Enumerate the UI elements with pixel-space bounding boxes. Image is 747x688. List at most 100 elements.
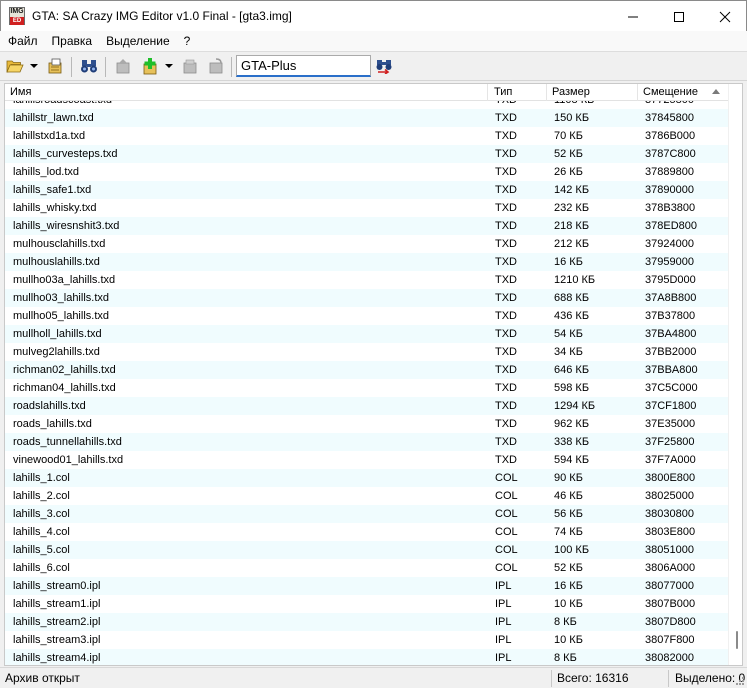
menu-edit[interactable]: Правка (45, 31, 100, 51)
table-row[interactable]: richman02_lahills.txd TXD 646 КБ 37BBA800 (5, 361, 728, 379)
table-row[interactable]: lahills_stream4.ipl IPL 8 КБ 38082000 (5, 649, 728, 665)
find-next-icon (376, 60, 392, 74)
table-row[interactable]: mullho03a_lahills.txd TXD 1210 КБ 3795D000 (5, 271, 728, 289)
file-type-cell: IPL (495, 634, 512, 646)
table-row[interactable]: lahills_lod.txd TXD 26 КБ 37889800 (5, 163, 728, 181)
replace-button[interactable] (180, 56, 200, 76)
file-size-cell: 594 КБ (554, 454, 590, 466)
file-list[interactable]: Имя Тип Размер Смещение lahillsroadscoas… (4, 83, 743, 666)
extract-button[interactable] (113, 56, 133, 76)
table-row[interactable]: mullholl_lahills.txd TXD 54 КБ 37BA4800 (5, 325, 728, 343)
table-row[interactable]: mullho03_lahills.txd TXD 688 КБ 37A8B800 (5, 289, 728, 307)
file-offset-cell: 37924000 (645, 238, 694, 250)
minimize-button[interactable] (610, 1, 656, 32)
table-row[interactable]: mulveg2lahills.txd TXD 34 КБ 37BB2000 (5, 343, 728, 361)
search-input[interactable] (236, 55, 371, 77)
file-name-cell: lahills_5.col (13, 544, 70, 556)
file-name-cell: mullho03_lahills.txd (13, 292, 109, 304)
file-offset-cell: 37889800 (645, 166, 694, 178)
table-row[interactable]: lahills_stream2.ipl IPL 8 КБ 3807D800 (5, 613, 728, 631)
folder-open-icon (6, 60, 24, 73)
column-header-offset[interactable]: Смещение (638, 84, 728, 101)
table-row[interactable]: lahills_3.col COL 56 КБ 38030800 (5, 505, 728, 523)
file-size-cell: 90 КБ (554, 472, 583, 484)
file-type-cell: COL (495, 508, 518, 520)
maximize-icon (674, 11, 684, 22)
resize-grip-icon[interactable] (735, 676, 745, 686)
file-type-cell: TXD (495, 346, 517, 358)
open-button[interactable] (5, 56, 25, 76)
table-row[interactable]: mullho05_lahills.txd TXD 436 КБ 37B37800 (5, 307, 728, 325)
chevron-down-icon (30, 64, 38, 68)
table-row[interactable]: lahills_5.col COL 100 КБ 38051000 (5, 541, 728, 559)
column-header-type[interactable]: Тип (488, 84, 547, 101)
status-bar: Архив открыт Всего: 16316 Выделено: 0 (0, 667, 747, 688)
file-type-cell: TXD (495, 274, 517, 286)
column-header-size[interactable]: Размер (547, 84, 638, 101)
table-row[interactable]: lahills_4.col COL 74 КБ 3803E800 (5, 523, 728, 541)
scrollbar-thumb[interactable] (736, 631, 738, 649)
file-offset-cell: 38030800 (645, 508, 694, 520)
file-size-cell: 1108 КБ (554, 101, 594, 109)
table-row[interactable]: roads_tunnellahills.txd TXD 338 КБ 37F25800 (5, 433, 728, 451)
open-dropdown-button[interactable] (28, 56, 40, 76)
file-type-cell: TXD (495, 310, 517, 322)
table-row[interactable]: lahills_6.col COL 52 КБ 3806A000 (5, 559, 728, 577)
table-row[interactable]: lahills_curvesteps.txd TXD 52 КБ 3787C800 (5, 145, 728, 163)
file-size-cell: 34 КБ (554, 346, 583, 358)
table-row[interactable]: lahills_stream1.ipl IPL 10 КБ 3807B000 (5, 595, 728, 613)
add-file-icon (143, 58, 157, 75)
table-row[interactable]: mulhouslahills.txd TXD 16 КБ 37959000 (5, 253, 728, 271)
table-row[interactable]: roads_lahills.txd TXD 962 КБ 37E35000 (5, 415, 728, 433)
table-row[interactable]: lahills_stream0.ipl IPL 16 КБ 38077000 (5, 577, 728, 595)
delete-button[interactable] (206, 56, 226, 76)
table-row[interactable]: lahillstxd1a.txd TXD 70 КБ 3786B000 (5, 127, 728, 145)
file-size-cell: 1294 КБ (554, 400, 596, 412)
add-file-button[interactable] (139, 56, 161, 76)
close-button[interactable] (702, 1, 747, 32)
add-dropdown-button[interactable] (163, 56, 175, 76)
file-offset-cell: 37845800 (645, 112, 694, 124)
toolbar-separator (105, 57, 106, 77)
table-row[interactable]: lahills_1.col COL 90 КБ 3800E800 (5, 469, 728, 487)
file-offset-cell: 37890000 (645, 184, 694, 196)
find-next-button[interactable] (374, 56, 394, 76)
table-row[interactable]: mulhousclahills.txd TXD 212 КБ 37924000 (5, 235, 728, 253)
table-row[interactable]: lahills_2.col COL 46 КБ 38025000 (5, 487, 728, 505)
file-offset-cell: 37C5C000 (645, 382, 698, 394)
delete-icon (209, 58, 223, 74)
table-row[interactable]: lahillstr_lawn.txd TXD 150 КБ 37845800 (5, 109, 728, 127)
menu-help[interactable]: ? (177, 31, 198, 51)
file-size-cell: 74 КБ (554, 526, 583, 538)
file-offset-cell: 37959000 (645, 256, 694, 268)
file-offset-cell: 37CF1800 (645, 400, 697, 412)
find-button[interactable] (79, 56, 99, 76)
app-icon-label-top: IMG (10, 8, 24, 15)
file-name-cell: lahills_wiresnshit3.txd (13, 220, 120, 232)
table-row[interactable]: richman04_lahills.txd TXD 598 КБ 37C5C000 (5, 379, 728, 397)
table-row[interactable]: roadslahills.txd TXD 1294 КБ 37CF1800 (5, 397, 728, 415)
table-row[interactable]: lahills_whisky.txd TXD 232 КБ 378B3800 (5, 199, 728, 217)
file-offset-cell: 38025000 (645, 490, 694, 502)
menu-file[interactable]: Файл (0, 31, 45, 51)
table-row[interactable]: lahills_safe1.txd TXD 142 КБ 37890000 (5, 181, 728, 199)
maximize-button[interactable] (656, 1, 702, 32)
vertical-scrollbar[interactable] (728, 84, 742, 665)
app-icon-label-bottom: ED (10, 17, 24, 25)
binoculars-icon (81, 60, 97, 73)
file-offset-cell: 3787C800 (645, 148, 696, 160)
table-row[interactable]: lahills_stream3.ipl IPL 10 КБ 3807F800 (5, 631, 728, 649)
table-row[interactable]: vinewood01_lahills.txd TXD 594 КБ 37F7A000 (5, 451, 728, 469)
file-name-cell: lahills_lod.txd (13, 166, 80, 178)
table-row[interactable]: lahillsroadscoast.txd TXD 1108 КБ 37725800 (5, 101, 728, 109)
file-type-cell: IPL (495, 616, 512, 628)
table-row[interactable]: lahills_wiresnshit3.txd TXD 218 КБ 378ED800 (5, 217, 728, 235)
rebuild-button[interactable] (45, 56, 65, 76)
img-editor-app-icon[interactable]: IMG ED (9, 7, 25, 25)
extract-icon (116, 59, 130, 74)
file-size-cell: 212 КБ (554, 238, 590, 250)
file-offset-cell: 3786B000 (645, 130, 696, 142)
menu-selection[interactable]: Выделение (99, 31, 177, 51)
column-header-name[interactable]: Имя (5, 84, 488, 101)
file-size-cell: 10 КБ (554, 598, 583, 610)
